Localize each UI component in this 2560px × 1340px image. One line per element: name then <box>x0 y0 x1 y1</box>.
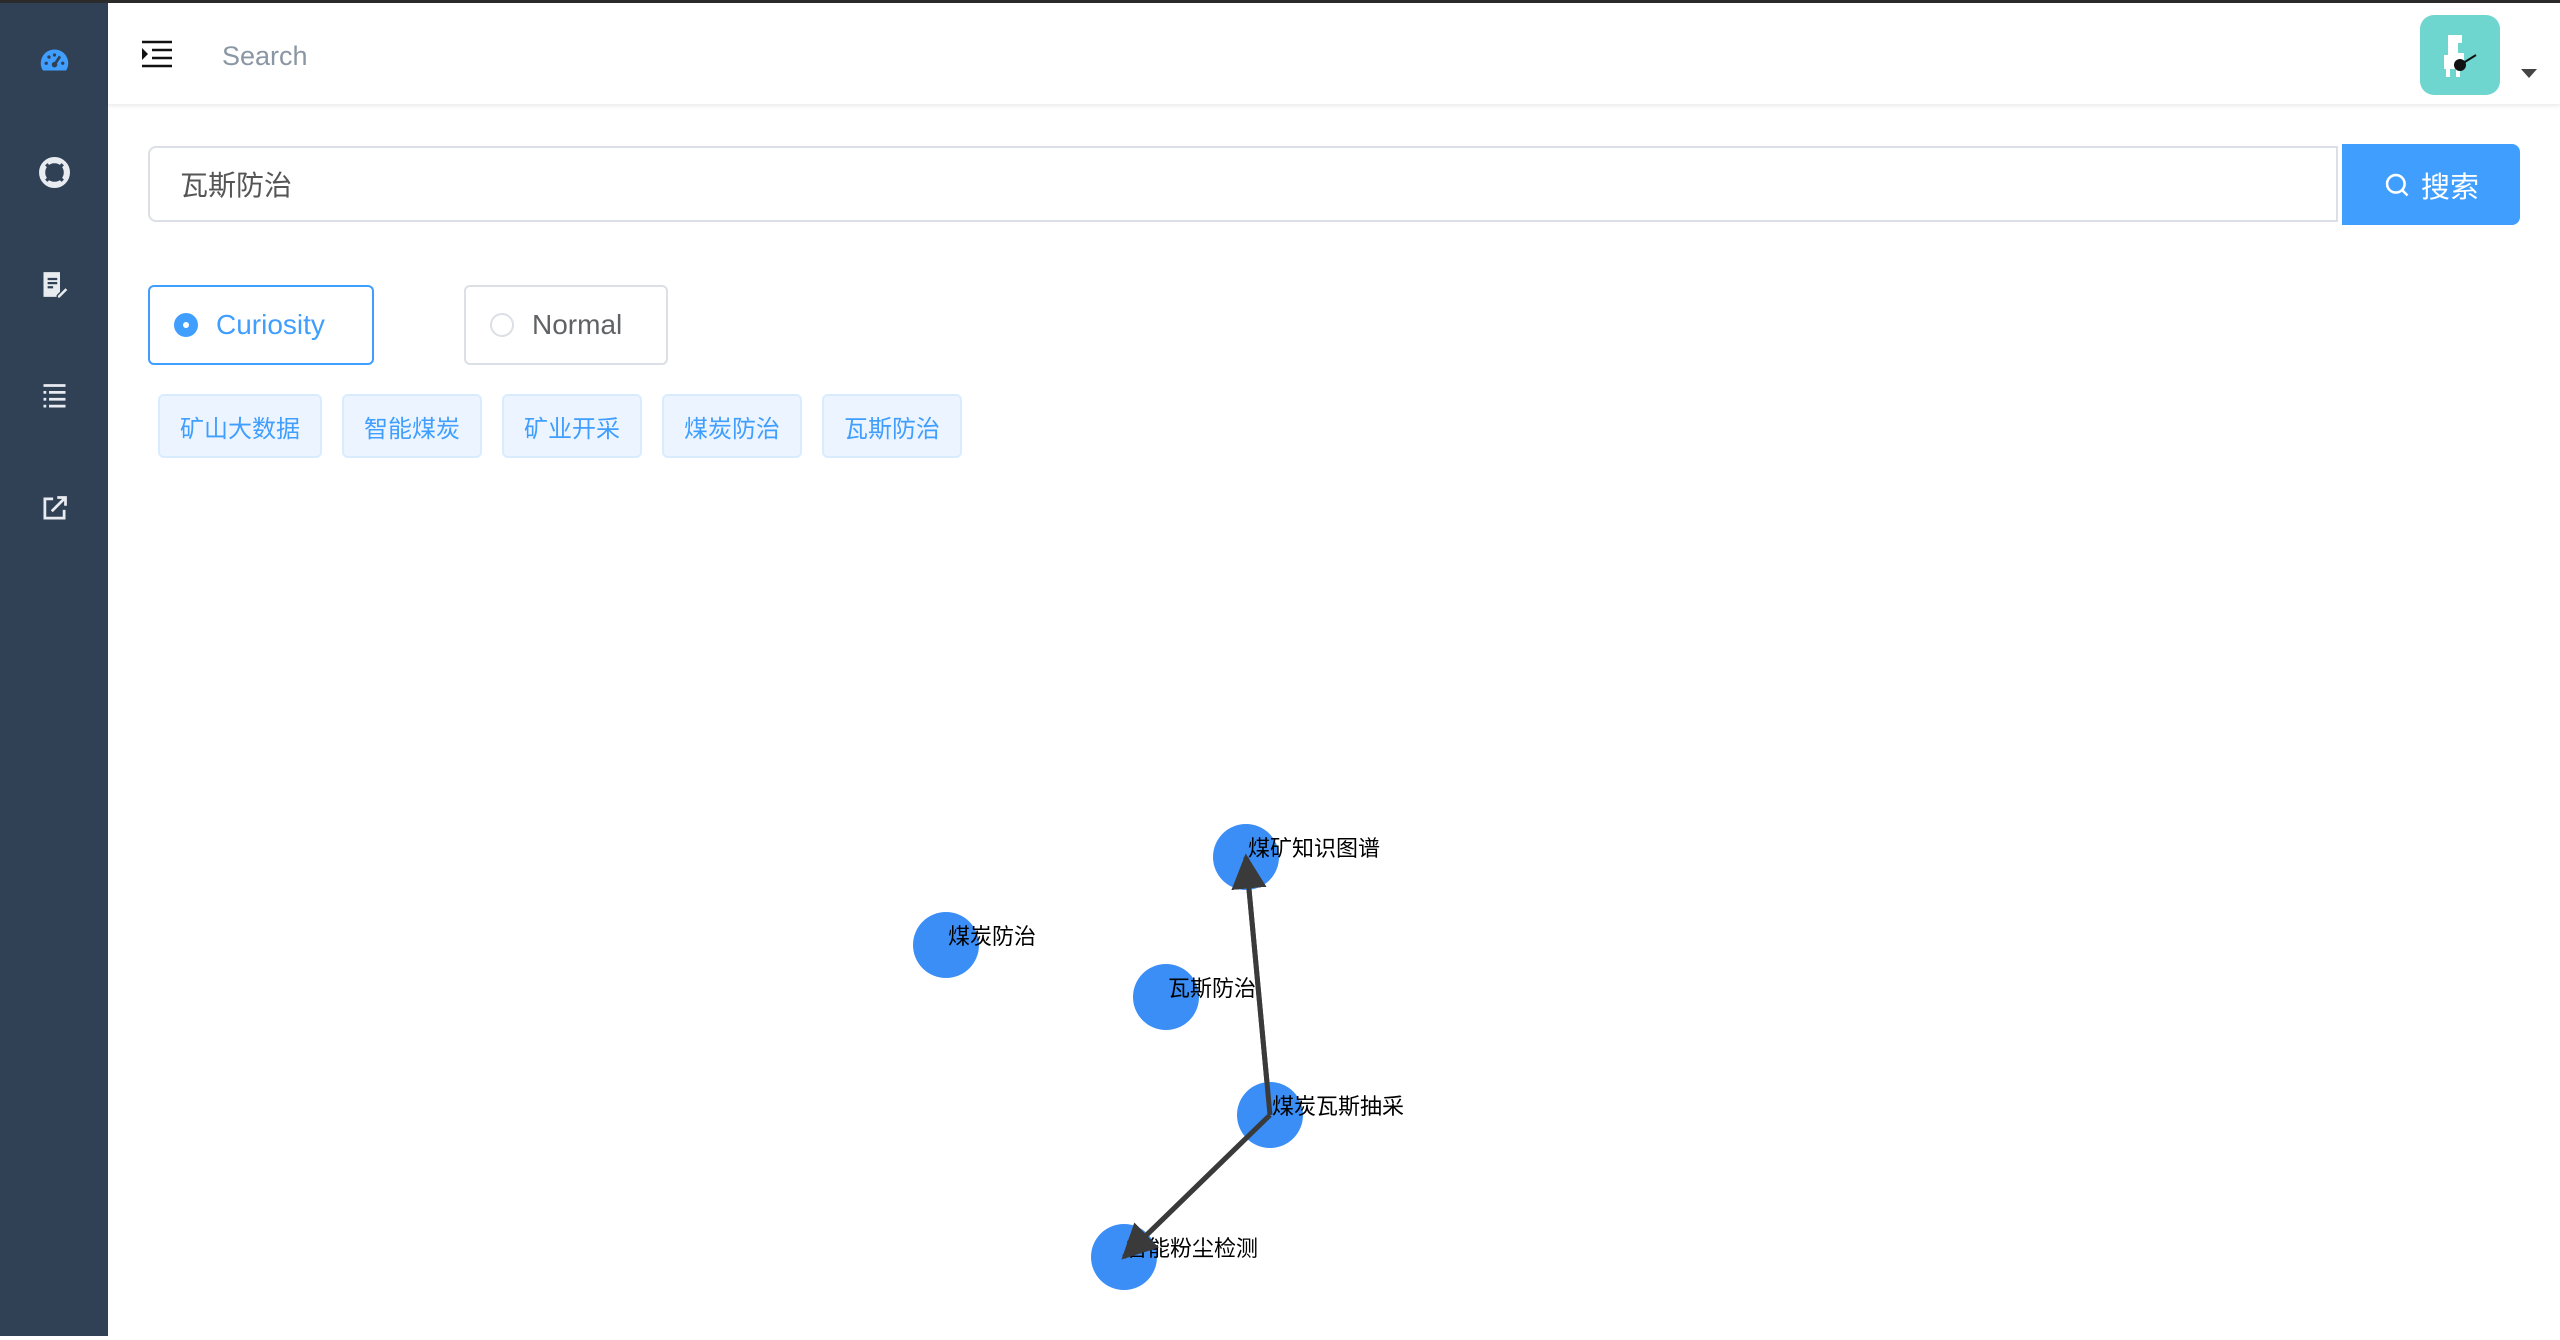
menu-fold-icon <box>142 40 172 68</box>
sidebar-item-list[interactable] <box>0 342 108 454</box>
document-edit-icon <box>38 268 71 305</box>
tag-item[interactable]: 煤炭防治 <box>662 394 802 458</box>
knowledge-graph[interactable]: 煤炭防治 煤矿知识图谱瓦斯防治煤炭瓦斯抽采智能粉尘检测 <box>108 463 2560 1336</box>
header-search-input[interactable] <box>220 33 824 79</box>
chevron-down-icon[interactable] <box>2521 69 2537 78</box>
radio-curiosity[interactable]: Curiosity <box>148 285 374 365</box>
list-icon <box>38 380 71 417</box>
sidebar-item-external[interactable] <box>0 454 108 566</box>
graph-node[interactable]: 煤矿知识图谱 <box>1213 824 1380 890</box>
radio-normal[interactable]: Normal <box>464 285 668 365</box>
graph-node[interactable]: 瓦斯防治 <box>1133 964 1256 1030</box>
avatar[interactable] <box>2420 15 2500 95</box>
radio-dot-checked <box>174 313 198 337</box>
graph-node[interactable]: 煤炭防治 <box>913 912 1036 978</box>
radio-label: Normal <box>532 309 623 340</box>
tag-item[interactable]: 矿业开采 <box>502 394 642 458</box>
graph-node[interactable]: 智能粉尘检测 <box>1091 1224 1258 1290</box>
dashboard-icon <box>38 44 71 81</box>
radio-label: Curiosity <box>216 309 325 340</box>
sidebar-item-help[interactable] <box>0 118 108 230</box>
lifebuoy-icon <box>38 156 71 193</box>
sidebar-item-dashboard[interactable] <box>0 6 108 118</box>
tag-item[interactable]: 矿山大数据 <box>158 394 322 458</box>
sidebar-item-documents[interactable] <box>0 230 108 342</box>
sidebar <box>0 3 108 1336</box>
query-input[interactable] <box>148 146 2338 222</box>
graph-node-label: 智能粉尘检测 <box>1126 1237 1258 1262</box>
graph-node-label: 煤矿知识图谱 <box>1248 837 1380 862</box>
radio-dot-unchecked <box>490 313 514 337</box>
graph-edge-overlay <box>1121 1113 1272 1260</box>
tag-item[interactable]: 智能煤炭 <box>342 394 482 458</box>
hamburger-toggle[interactable] <box>140 39 174 69</box>
navbar <box>108 3 2560 105</box>
graph-canvas[interactable]: 煤炭防治 煤矿知识图谱瓦斯防治煤炭瓦斯抽采智能粉尘检测 <box>108 463 2560 1336</box>
main-content: 搜索 Curiosity Normal 矿山大数据 智能煤炭 矿业开采 煤炭防治… <box>108 3 2560 1336</box>
external-link-icon <box>38 492 71 529</box>
search-button-label: 搜索 <box>2420 169 2479 204</box>
search-button[interactable]: 搜索 <box>2342 144 2520 225</box>
graph-node-label: 瓦斯防治 <box>1168 977 1256 1002</box>
avatar-image <box>2444 35 2477 77</box>
tag-item[interactable]: 瓦斯防治 <box>822 394 962 458</box>
graph-node-label: 煤炭防治 <box>948 925 1036 950</box>
graph-node[interactable]: 煤炭瓦斯抽采 <box>1237 1082 1404 1148</box>
graph-node-label: 煤炭瓦斯抽采 <box>1272 1095 1404 1120</box>
search-icon <box>2385 173 2409 196</box>
